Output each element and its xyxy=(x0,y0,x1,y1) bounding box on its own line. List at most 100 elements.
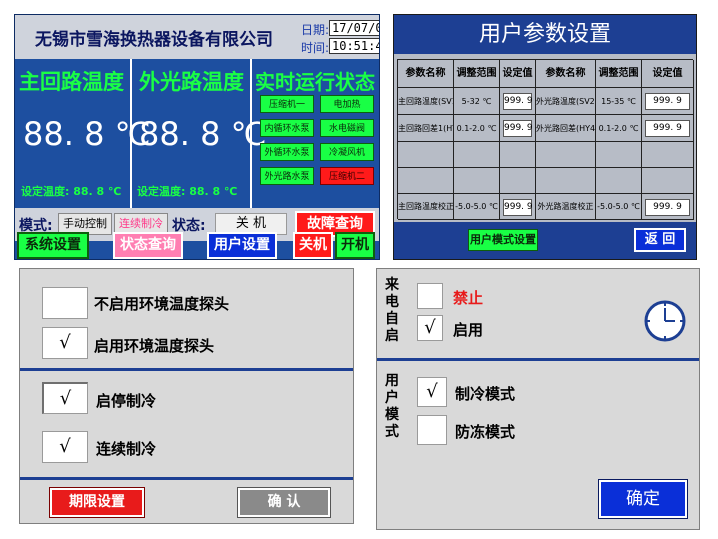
main-set-temperature: 设定温度: 88. 8 ℃ xyxy=(21,185,122,198)
table-cell: 999. 9 xyxy=(642,115,694,142)
start-stop-label: 启停制冷 xyxy=(96,392,157,410)
forbid-checkbox[interactable] xyxy=(417,283,443,309)
system-settings-button[interactable]: 系统设置 xyxy=(17,232,89,259)
table-header: 调整范围 xyxy=(596,60,642,88)
table-header: 调整范围 xyxy=(454,60,500,88)
setpoint-input[interactable]: 999. 9 xyxy=(503,199,533,216)
divider xyxy=(20,368,353,371)
main-loop-temperature: 88. 8 ℃ xyxy=(23,115,151,153)
forbid-label: 禁止 xyxy=(453,289,484,307)
status-indicator: 水电磁阀 xyxy=(320,119,374,137)
outer-loop-title: 外光路温度 xyxy=(139,70,244,94)
enable-checkbox[interactable]: √ xyxy=(417,315,443,341)
clock-icon xyxy=(643,299,687,343)
startup-button[interactable]: 开机 xyxy=(335,232,375,259)
table-cell: 999. 9 xyxy=(500,115,536,142)
table-cell xyxy=(642,142,694,168)
table-cell: 外光路温度(SV2) xyxy=(536,88,596,115)
table-cell xyxy=(536,142,596,168)
table-cell: -5.0-5.0 ℃ xyxy=(454,194,500,220)
table-cell xyxy=(596,142,642,168)
table-cell xyxy=(596,168,642,194)
main-loop-title: 主回路温度 xyxy=(19,70,124,94)
start-stop-checkbox[interactable]: √ xyxy=(42,382,88,414)
probe-options-panel: 不启用环境温度探头 √ 启用环境温度探头 √ 启停制冷 √ 连续制冷 期限设置 … xyxy=(19,268,354,524)
confirm-button[interactable]: 确 认 xyxy=(237,487,331,518)
shutdown-button[interactable]: 关机 xyxy=(293,232,333,259)
table-cell xyxy=(642,168,694,194)
status-indicator: 外循环水泵 xyxy=(260,143,314,161)
table-header: 参数名称 xyxy=(536,60,596,88)
table-cell xyxy=(398,142,454,168)
table-cell: 5-32 ℃ xyxy=(454,88,500,115)
date-label: 日期: xyxy=(301,23,330,37)
power-mode-panel: 来电自启 禁止 √ 启用 用户模式 √ 制冷模式 防冻模式 确定 xyxy=(376,268,700,530)
table-cell: 999. 9 xyxy=(642,194,694,220)
outer-loop-temperature: 88. 8 ℃ xyxy=(139,115,267,153)
user-mode-settings-button[interactable]: 用户模式设置 xyxy=(468,229,538,251)
table-cell: 999. 9 xyxy=(500,88,536,115)
continuous-cooling-label: 连续制冷 xyxy=(96,440,157,458)
status-indicator: 内循环水泵 xyxy=(260,119,314,137)
antifreeze-mode-checkbox[interactable] xyxy=(417,415,447,445)
table-cell: 主回路温度(SV1) xyxy=(398,88,454,115)
divider xyxy=(377,358,699,361)
setpoint-input[interactable]: 999. 9 xyxy=(645,120,690,137)
table-cell: -5.0-5.0 ℃ xyxy=(596,194,642,220)
table-cell: 999. 9 xyxy=(642,88,694,115)
back-button[interactable]: 返 回 xyxy=(634,228,686,252)
table-cell xyxy=(500,168,536,194)
continuous-cooling-checkbox[interactable]: √ xyxy=(42,431,88,463)
table-header: 设定值 xyxy=(642,60,694,88)
status-indicator: 电加热 xyxy=(320,95,374,113)
table-cell xyxy=(454,168,500,194)
company-name: 无锡市雪海换热器设备有限公司 xyxy=(35,30,273,50)
table-cell xyxy=(398,168,454,194)
cooling-mode-checkbox[interactable]: √ xyxy=(417,377,447,407)
panel-title: 用户参数设置 xyxy=(394,15,696,54)
status-indicator: 冷凝风机 xyxy=(320,143,374,161)
table-header: 参数名称 xyxy=(398,60,454,88)
time-value: 10:51:46 xyxy=(329,38,379,54)
power-on-restart-label: 来电自启 xyxy=(385,277,399,344)
time-label: 时间: xyxy=(301,41,330,55)
probe-off-checkbox[interactable] xyxy=(42,287,88,319)
status-indicator: 压缩机二 xyxy=(320,167,374,185)
table-cell: 外光路温度校正 xyxy=(536,194,596,220)
probe-off-label: 不启用环境温度探头 xyxy=(94,295,230,313)
ok-button[interactable]: 确定 xyxy=(598,479,688,519)
table-header: 设定值 xyxy=(500,60,536,88)
enable-label: 启用 xyxy=(453,321,484,339)
user-parameters-panel: 用户参数设置 参数名称 调整范围 设定值 参数名称 调整范围 设定值 主回路温度(SV1) 5… xyxy=(393,14,697,260)
status-indicator: 外光路水泵 xyxy=(260,167,314,185)
table-cell: 0.1-2.0 ℃ xyxy=(596,115,642,142)
probe-on-checkbox[interactable]: √ xyxy=(42,327,88,359)
parameter-table: 参数名称 调整范围 设定值 参数名称 调整范围 设定值 主回路温度(SV1) 5-32 ℃ 99… xyxy=(397,59,694,220)
setpoint-input[interactable]: 999. 9 xyxy=(503,93,533,110)
main-status-panel: 无锡市雪海换热器设备有限公司 日期: 17/07/06 时间: 10:51:46… xyxy=(14,14,380,260)
outer-set-temperature: 设定温度: 88. 8 ℃ xyxy=(137,185,238,198)
cooling-mode-label: 制冷模式 xyxy=(455,385,516,403)
table-cell: 外光路回差(HY4) xyxy=(536,115,596,142)
user-settings-button[interactable]: 用户设置 xyxy=(207,232,277,259)
run-status-title: 实时运行状态 xyxy=(255,70,375,94)
table-cell xyxy=(500,142,536,168)
status-query-button[interactable]: 状态查询 xyxy=(113,232,183,259)
divider xyxy=(20,477,353,480)
table-cell: 999. 9 xyxy=(500,194,536,220)
table-cell: 15-35 ℃ xyxy=(596,88,642,115)
table-cell: 0.1-2.0 ℃ xyxy=(454,115,500,142)
probe-on-label: 启用环境温度探头 xyxy=(94,337,215,355)
setpoint-input[interactable]: 999. 9 xyxy=(645,93,690,110)
date-value: 17/07/06 xyxy=(329,20,379,36)
setpoint-input[interactable]: 999. 9 xyxy=(645,199,690,216)
limit-settings-button[interactable]: 期限设置 xyxy=(49,487,145,518)
table-cell: 主回路温度校正 xyxy=(398,194,454,220)
antifreeze-mode-label: 防冻模式 xyxy=(455,423,516,441)
table-cell: 主回路回差1(HY1) xyxy=(398,115,454,142)
table-cell xyxy=(536,168,596,194)
setpoint-input[interactable]: 999. 9 xyxy=(503,120,533,137)
user-mode-label: 用户模式 xyxy=(385,373,399,440)
table-cell xyxy=(454,142,500,168)
status-indicator: 压缩机一 xyxy=(260,95,314,113)
